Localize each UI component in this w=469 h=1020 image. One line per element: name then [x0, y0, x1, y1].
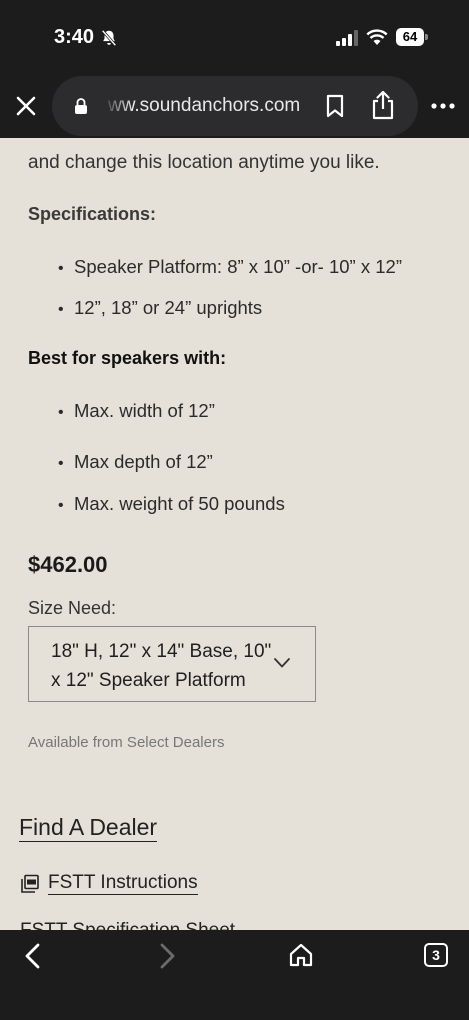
spec-item-text: Speaker Platform: 8” x 10” -or- 10” x 12…: [74, 256, 402, 277]
best-for-item: • Max depth of 12”: [58, 451, 213, 473]
spec-sheet-link[interactable]: FSTT Specification Sheet: [20, 922, 280, 930]
url-field[interactable]: ww.soundanchors.com: [52, 76, 418, 136]
best-for-item: • Max. weight of 50 pounds: [58, 493, 285, 515]
battery-tip: [425, 34, 428, 40]
best-for-item: • Max. width of 12”: [58, 400, 215, 422]
bullet-dot: •: [58, 301, 64, 318]
size-select[interactable]: 18" H, 12" x 14" Base, 10" x 12" Speaker…: [28, 626, 316, 702]
size-select-value: 18" H, 12" x 14" Base, 10" x 12" Speaker…: [51, 641, 272, 691]
spec-item: • Speaker Platform: 8” x 10” -or- 10” x 1…: [58, 256, 402, 278]
forward-icon[interactable]: [156, 942, 178, 970]
spec-item: • 12”, 18” or 24” uprights: [58, 297, 262, 319]
more-icon[interactable]: [430, 102, 456, 110]
specifications-heading: Specifications:: [28, 204, 157, 224]
spec-item-text: 12”, 18” or 24” uprights: [74, 297, 263, 318]
product-price: $462.00: [28, 552, 108, 577]
home-icon[interactable]: [288, 942, 314, 968]
url-fade: [102, 86, 132, 126]
bookmark-icon[interactable]: [324, 94, 346, 118]
best-for-item-text: Max. weight of 50 pounds: [74, 493, 285, 514]
bullet-dot: •: [58, 497, 64, 514]
tabs-icon[interactable]: 3: [424, 943, 448, 967]
size-label: Size Need:: [28, 598, 117, 618]
browser-address-bar: ww.soundanchors.com: [0, 76, 469, 138]
find-dealer-link[interactable]: Find A Dealer: [19, 814, 158, 842]
availability-note: Available from Select Dealers: [28, 734, 225, 751]
instructions-link[interactable]: FSTT Instructions: [48, 872, 198, 895]
status-time-group: 3:40: [54, 26, 118, 49]
lock-icon: [75, 98, 87, 114]
best-for-item-text: Max. width of 12”: [74, 400, 215, 421]
status-time: 3:40: [54, 26, 95, 48]
bell-slash-icon: [101, 29, 117, 46]
back-icon[interactable]: [22, 942, 44, 970]
status-bar: 3:40 64: [0, 0, 469, 76]
share-icon[interactable]: [370, 90, 396, 120]
bullet-dot: •: [58, 455, 64, 472]
wifi-icon: [366, 29, 388, 45]
intro-text: and change this location anytime you lik…: [28, 152, 380, 173]
signal-icon: [336, 30, 358, 46]
chevron-down-icon: [274, 658, 290, 668]
best-for-heading: Best for speakers with:: [28, 348, 227, 368]
bullet-dot: •: [58, 260, 64, 277]
best-for-item-text: Max depth of 12”: [74, 451, 213, 472]
battery-level: 64: [396, 28, 424, 46]
browser-toolbar: 3: [0, 930, 469, 1020]
close-icon[interactable]: [12, 92, 40, 120]
page-content: and change this location anytime you lik…: [0, 138, 469, 930]
url-text: ww.soundanchors.com: [108, 95, 301, 116]
pdf-icon: [21, 874, 39, 893]
battery-icon: 64: [396, 28, 428, 46]
spec-sheet-link-text: FSTT Specification Sheet: [20, 922, 280, 930]
bullet-dot: •: [58, 404, 64, 421]
